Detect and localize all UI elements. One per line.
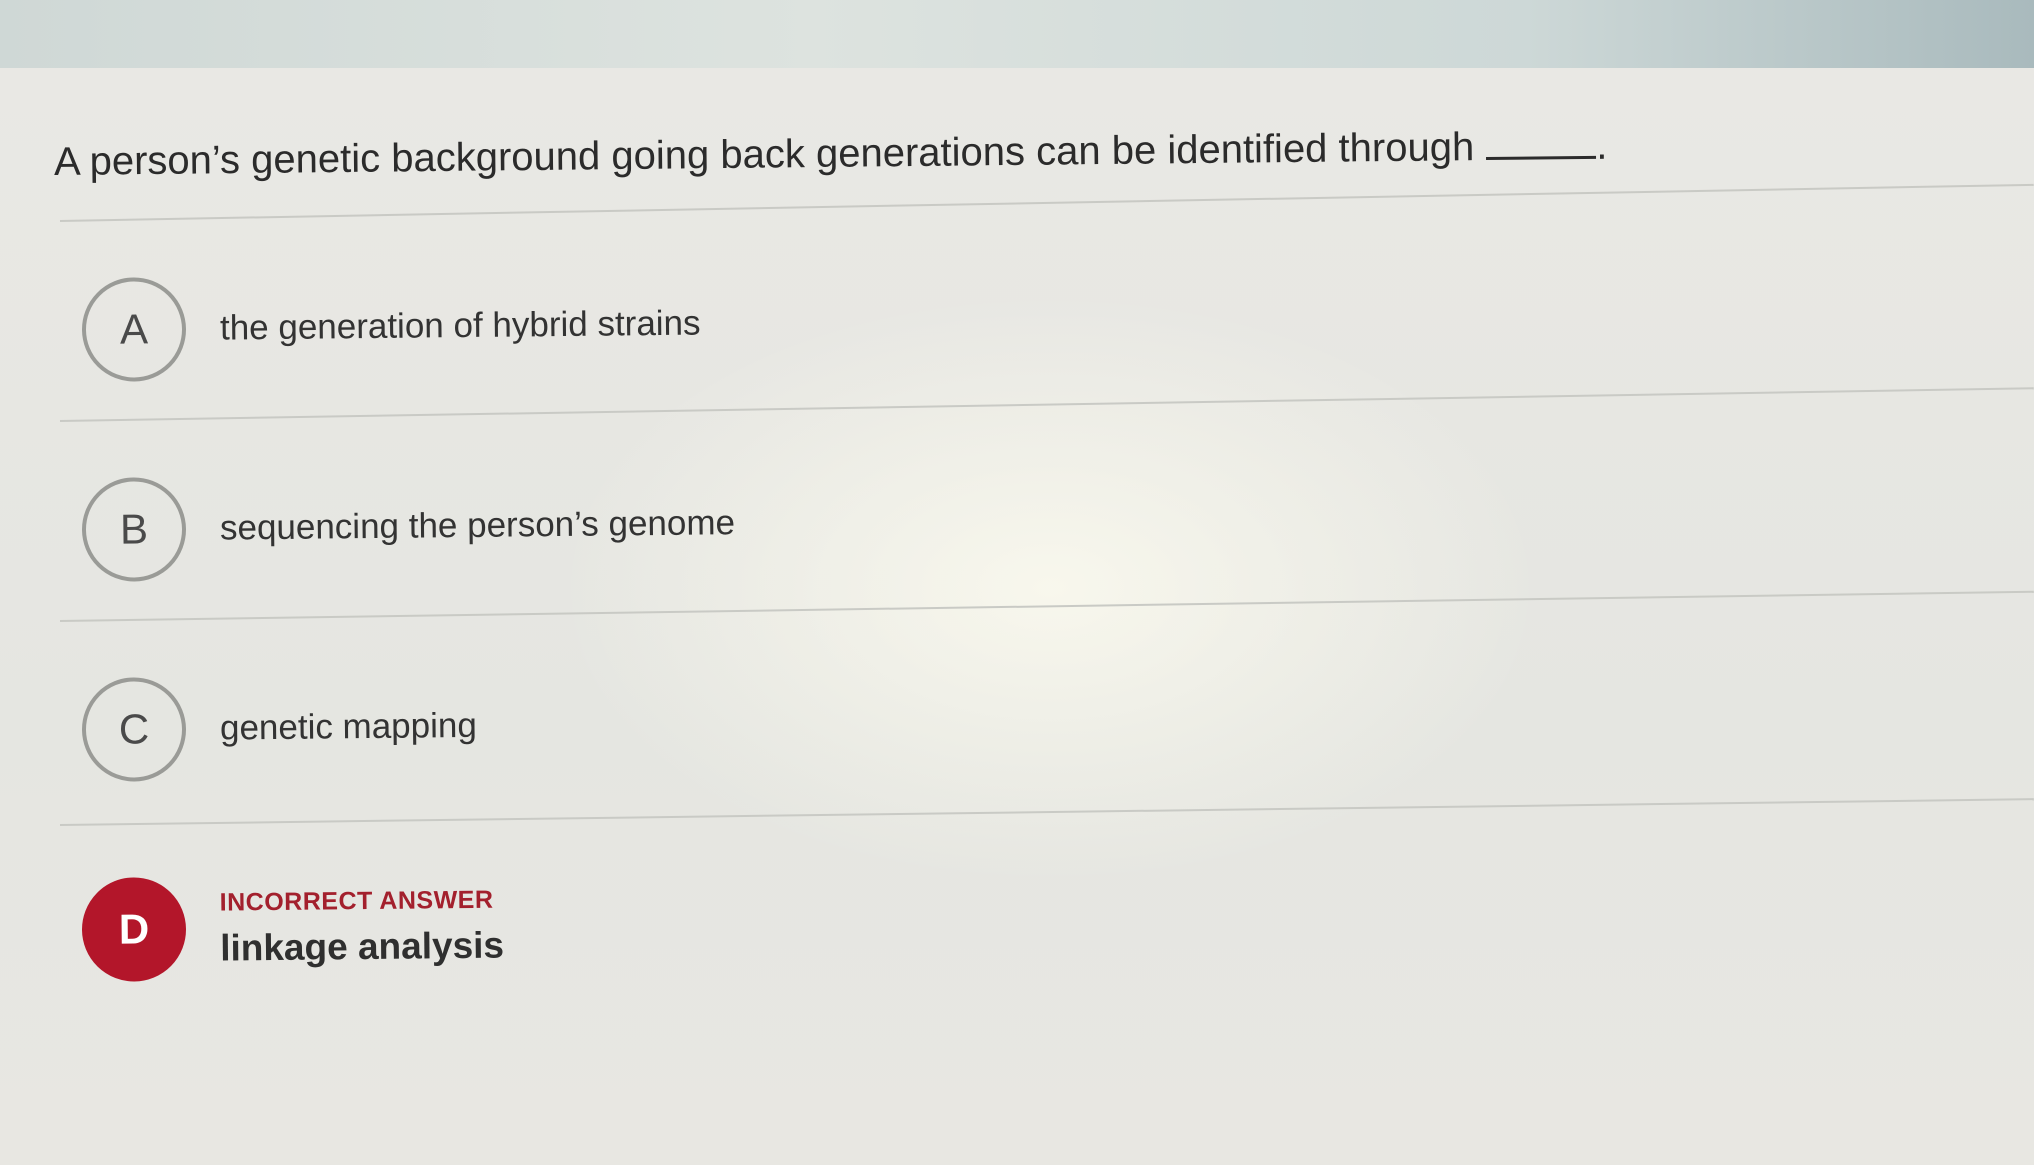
option-c-letter[interactable]: C — [81, 676, 187, 782]
option-c[interactable]: C genetic mapping — [81, 674, 477, 782]
option-b-letter[interactable]: B — [81, 476, 187, 582]
screen-top-edge — [0, 0, 2034, 68]
incorrect-answer-label: INCORRECT ANSWER — [219, 885, 494, 917]
option-a-text[interactable]: the generation of hybrid strains — [220, 304, 701, 349]
option-b[interactable]: B sequencing the person’s genome — [81, 471, 735, 582]
option-c-text[interactable]: genetic mapping — [220, 706, 477, 749]
option-a[interactable]: A the generation of hybrid strains — [81, 272, 701, 382]
option-d-content: INCORRECT ANSWER linkage analysis — [220, 885, 505, 969]
question-tail: . — [1595, 123, 1608, 168]
option-d[interactable]: D INCORRECT ANSWER linkage analysis — [81, 874, 504, 982]
option-d-text[interactable]: linkage analysis — [220, 924, 504, 969]
answer-blank — [1486, 155, 1597, 161]
option-b-text[interactable]: sequencing the person’s genome — [220, 503, 735, 548]
option-d-letter[interactable]: D — [81, 876, 187, 982]
option-a-letter[interactable]: A — [81, 276, 187, 382]
